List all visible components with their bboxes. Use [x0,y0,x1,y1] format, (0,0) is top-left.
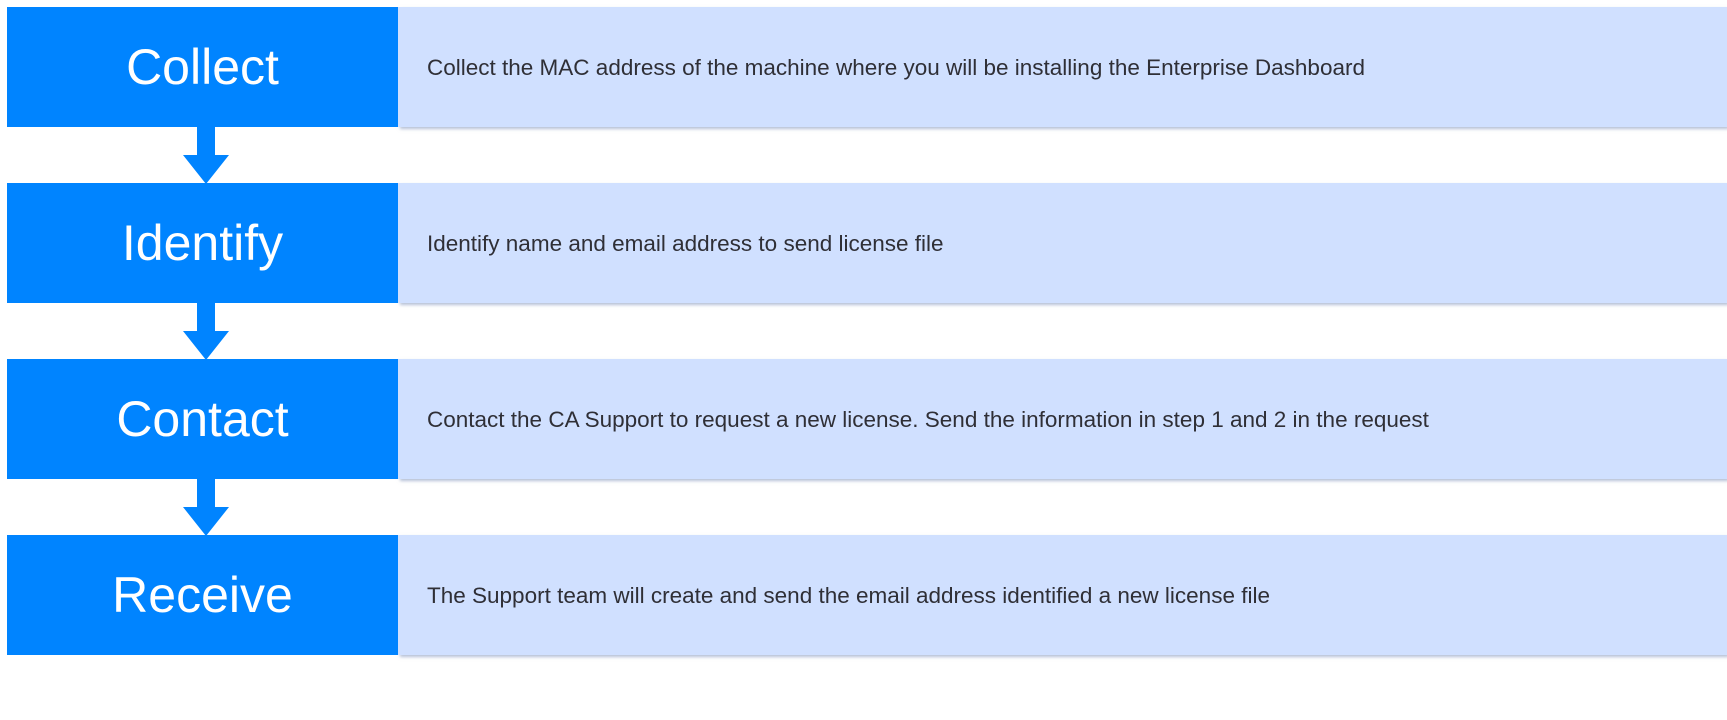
step-label-box: Receive [7,535,398,655]
step-label-box: Identify [7,183,398,303]
step-label: Contact [116,391,289,447]
process-flow-diagram: Collect Collect the MAC address of the m… [0,0,1727,720]
step-description-box: Collect the MAC address of the machine w… [398,7,1727,127]
step-description: The Support team will create and send th… [427,582,1270,608]
step-label-box: Collect [7,7,398,127]
down-arrow-icon [183,303,229,360]
down-arrow-icon [183,479,229,536]
step-label: Receive [112,567,293,623]
step-description-box: The Support team will create and send th… [398,535,1727,655]
step-description: Collect the MAC address of the machine w… [427,54,1365,80]
step-description: Identify name and email address to send … [427,230,944,256]
step-description-box: Identify name and email address to send … [398,183,1727,303]
step-receive: Receive The Support team will create and… [7,535,1727,655]
step-label-box: Contact [7,359,398,479]
step-description-box: Contact the CA Support to request a new … [398,359,1727,479]
step-label: Identify [121,215,284,271]
step-description: Contact the CA Support to request a new … [427,406,1429,432]
step-collect: Collect Collect the MAC address of the m… [7,7,1727,127]
step-label: Collect [126,39,279,95]
step-identify: Identify Identify name and email address… [7,183,1727,303]
down-arrow-icon [183,127,229,184]
step-contact: Contact Contact the CA Support to reques… [7,359,1727,479]
